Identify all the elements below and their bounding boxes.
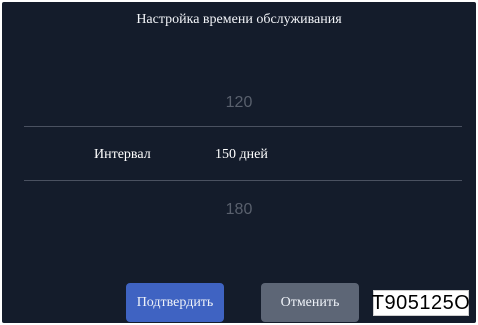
interval-label: Интервал <box>94 147 151 162</box>
confirm-button[interactable]: Подтвердить <box>126 283 224 322</box>
picker-divider-top <box>24 126 462 127</box>
maintenance-interval-screen: Настройка времени обслуживания 120 Интер… <box>2 2 476 323</box>
picker-option-below[interactable]: 180 <box>2 201 476 219</box>
picker-option-above[interactable]: 120 <box>2 94 476 112</box>
figure-code-label: T905125O <box>372 290 470 316</box>
interval-selected-value[interactable]: 150 дней <box>215 147 268 163</box>
picker-divider-bottom <box>24 180 462 181</box>
page-title: Настройка времени обслуживания <box>136 12 342 27</box>
cancel-button[interactable]: Отменить <box>261 283 359 322</box>
